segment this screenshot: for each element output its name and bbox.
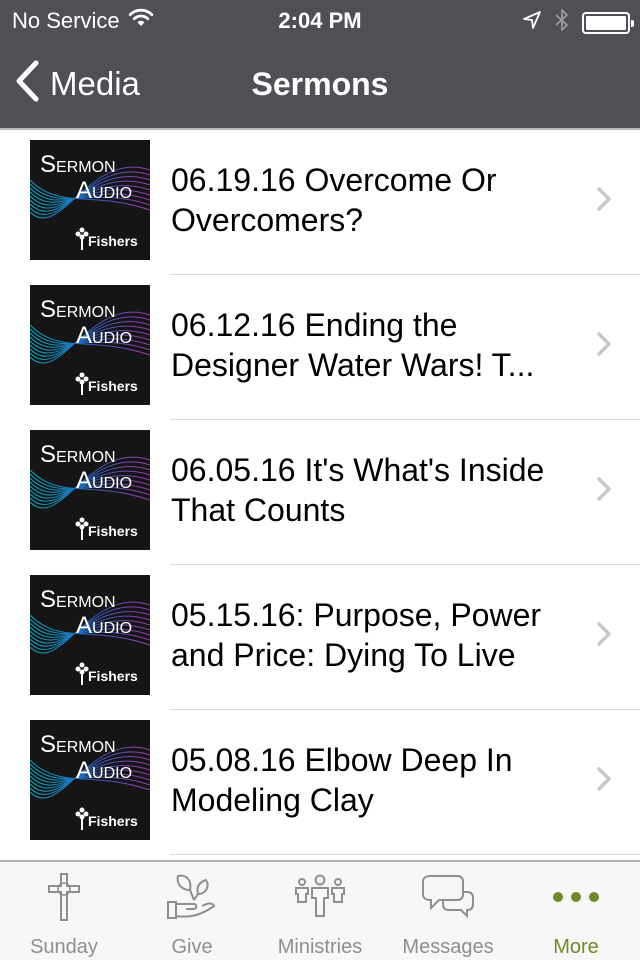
chevron-right-icon [596,186,612,217]
battery-fill [586,16,626,30]
chevron-right-icon [596,621,612,652]
tab-label: Ministries [277,936,363,958]
bluetooth-icon [554,8,570,38]
thumbnail-brand: Fishers [88,378,138,394]
status-bar: No Service 2:04 PM [0,0,640,40]
sermon-title: 06.19.16 Overcome Or Overcomers? [171,160,566,240]
top-bar: No Service 2:04 PM Media Sermons [0,0,640,128]
thumbnail-brand: Fishers [88,813,138,829]
sermon-list-item[interactable]: SERMON AUDIO Fishers 06.12.16 Ending the… [0,275,640,420]
thumbnail-brand: Fishers [88,233,138,249]
people-icon [294,872,346,927]
battery-icon [582,12,634,34]
chat-bubbles-icon [421,872,475,927]
tab-give[interactable]: Give [128,862,256,960]
sermon-list-item[interactable]: SERMON AUDIO Fishers 06.19.16 Overcome O… [0,130,640,275]
hand-plant-icon [166,872,218,927]
sermon-thumbnail: SERMON AUDIO Fishers [30,430,150,550]
sermon-list: SERMON AUDIO Fishers 06.19.16 Overcome O… [0,130,640,855]
sermon-title-text: 05.08.16 Elbow Deep In Modeling Clay [171,742,513,818]
tab-sunday[interactable]: Sunday [0,862,128,960]
tab-messages[interactable]: Messages [384,862,512,960]
tab-label: Sunday [30,936,98,958]
sermon-list-item[interactable]: SERMON AUDIO Fishers 05.08.16 Elbow Deep… [0,710,640,855]
sermon-title: 06.12.16 Ending the Designer Water Wars!… [171,305,566,385]
sermon-thumbnail: SERMON AUDIO Fishers [30,140,150,260]
sermon-title-text: 06.19.16 Overcome Or Overcomers? [171,162,497,238]
tab-label: Messages [402,936,494,958]
tab-bar: Sunday Give Ministries Messages More [0,860,640,960]
status-right-group [522,8,634,38]
sermon-thumbnail: SERMON AUDIO Fishers [30,720,150,840]
sermon-list-item[interactable]: SERMON AUDIO Fishers 05.15.16: Purpose, … [0,565,640,710]
tab-label: More [553,936,599,958]
sermon-list-item[interactable]: SERMON AUDIO Fishers 06.05.16 It's What'… [0,420,640,565]
navigation-bar: Media Sermons [0,40,640,128]
page-title-text: Sermons [251,66,389,102]
chevron-right-icon [596,766,612,797]
chevron-right-icon [596,476,612,507]
sermon-title-text: 06.12.16 Ending the Designer Water Wars!… [171,307,535,383]
more-dots-icon [550,872,602,927]
sermon-title: 06.05.16 It's What's Inside That Counts [171,450,566,530]
sermon-thumbnail: SERMON AUDIO Fishers [30,285,150,405]
sermon-title: 05.08.16 Elbow Deep In Modeling Clay [171,740,566,820]
page-title: Sermons [0,66,640,103]
sermon-title: 05.15.16: Purpose, Power and Price: Dyin… [171,595,566,675]
sermon-thumbnail: SERMON AUDIO Fishers [30,575,150,695]
thumbnail-brand: Fishers [88,668,138,684]
tab-label: Give [171,936,213,958]
tab-more[interactable]: More [512,862,640,960]
tab-ministries[interactable]: Ministries [256,862,384,960]
location-arrow-icon [522,10,542,36]
cross-icon [46,872,82,927]
chevron-right-icon [596,331,612,362]
sermon-title-text: 05.15.16: Purpose, Power and Price: Dyin… [171,597,542,673]
sermon-title-text: 06.05.16 It's What's Inside That Counts [171,452,545,528]
row-separator [170,854,640,855]
thumbnail-brand: Fishers [88,523,138,539]
